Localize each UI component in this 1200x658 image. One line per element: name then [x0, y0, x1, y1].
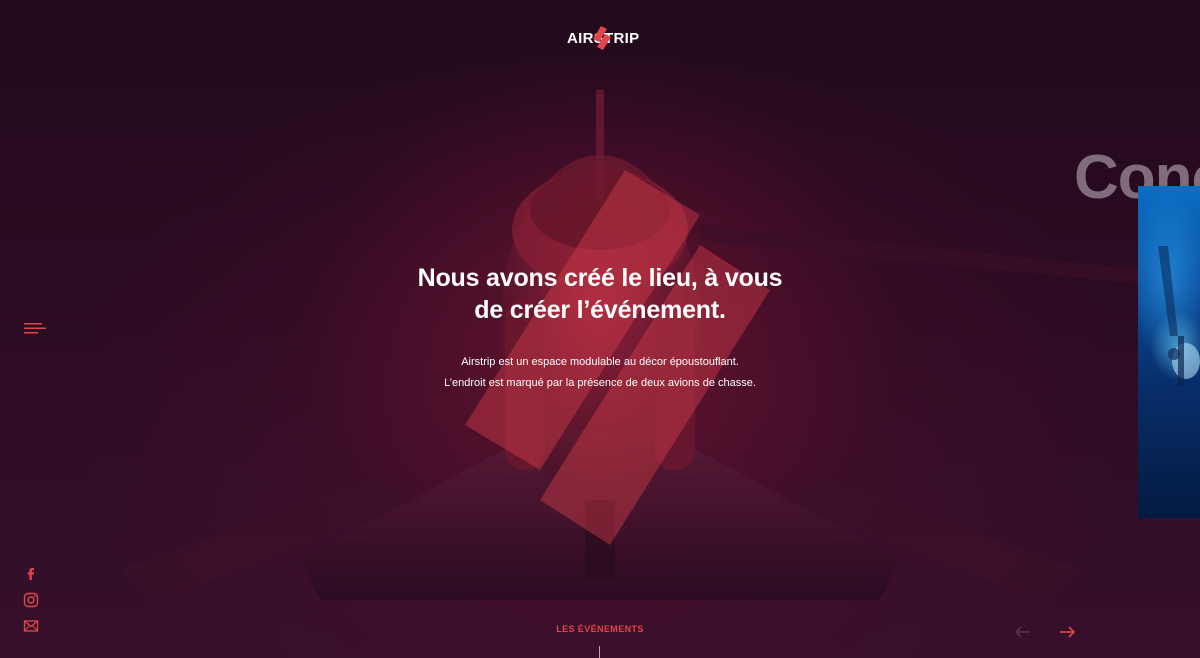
- hero-section: AIRSTRIP Nous avons créé le lieu, à vous…: [0, 0, 1200, 658]
- hero-content: Nous avons créé le lieu, à vous de créer…: [350, 262, 850, 394]
- menu-button[interactable]: [24, 320, 48, 338]
- next-slide-button[interactable]: [1058, 624, 1076, 640]
- social-links: [22, 565, 42, 643]
- airstrip-logo[interactable]: AIRSTRIP: [567, 26, 639, 52]
- hero-description-line2: L’endroit est marqué par la présence de …: [444, 377, 756, 389]
- hero-title-line2: de créer l’événement.: [474, 296, 726, 324]
- hero-title-line1: Nous avons créé le lieu, à vous: [417, 264, 783, 292]
- hero-description-line1: Airstrip est un espace modulable au déco…: [461, 356, 739, 368]
- next-slide-image[interactable]: [1138, 186, 1200, 518]
- concert-performer-image: [1158, 246, 1200, 386]
- logo-mark-icon: [593, 26, 611, 50]
- facebook-link[interactable]: [22, 565, 40, 583]
- events-link[interactable]: LES ÉVÉNEMENTS: [500, 624, 700, 634]
- instagram-icon: [23, 592, 39, 608]
- instagram-link[interactable]: [22, 591, 40, 609]
- arrow-right-icon: [1060, 626, 1076, 638]
- mail-icon: [23, 620, 39, 632]
- scroll-indicator-line: [599, 646, 600, 658]
- arrow-left-icon: [1014, 626, 1030, 638]
- previous-slide-button[interactable]: [1014, 624, 1032, 640]
- facebook-icon: [27, 568, 34, 580]
- hero-description: Airstrip est un espace modulable au déco…: [350, 352, 850, 394]
- menu-icon: [24, 323, 46, 334]
- email-link[interactable]: [22, 617, 40, 635]
- hero-title: Nous avons créé le lieu, à vous de créer…: [350, 262, 850, 326]
